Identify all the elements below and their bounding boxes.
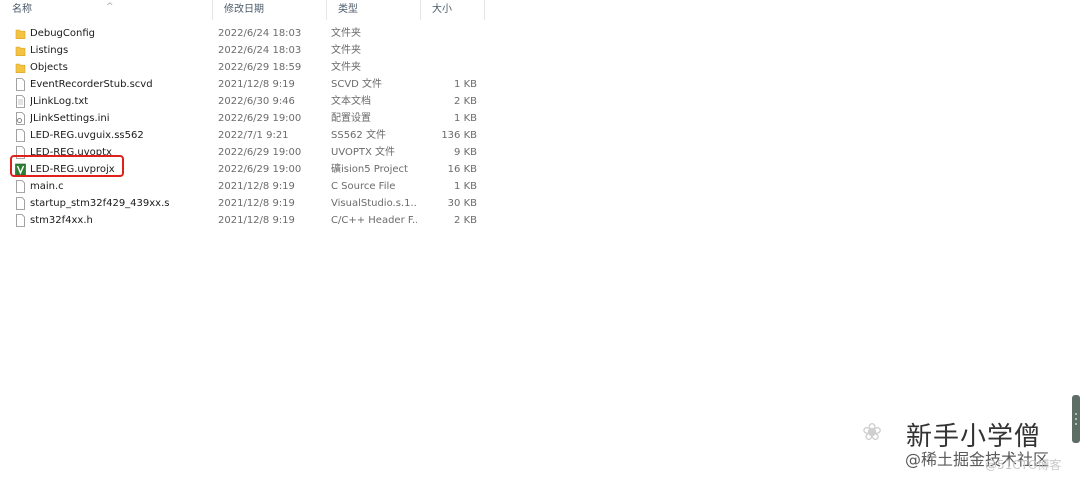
file-date: 2022/7/1 9:21 [218,130,289,141]
folder-icon [15,46,26,56]
file-size [420,25,477,42]
file-name: JLinkLog.txt [30,96,89,107]
file-list: DebugConfig 2022/6/24 18:03 文件夹 Listings… [0,25,600,229]
file-name: startup_stm32f429_439xx.s [30,198,170,209]
file-date: 2021/12/8 9:19 [218,181,295,192]
file-date: 2022/6/29 19:00 [218,147,302,158]
column-divider[interactable] [484,0,485,20]
sort-ascending-icon: ^ [106,2,114,12]
watermark-blog: @51CTO博客 [985,458,1062,472]
file-row[interactable]: Listings 2022/6/24 18:03 文件夹 [0,42,600,59]
file-type: 文本文档 [331,96,371,107]
file-type: SS562 文件 [331,130,386,141]
file-row[interactable]: Objects 2022/6/29 18:59 文件夹 [0,59,600,76]
file-type: 文件夹 [331,28,361,39]
file-icon [16,180,25,193]
file-name: Listings [30,45,69,56]
file-date: 2022/6/29 18:59 [218,62,302,73]
file-type: 礦ision5 Project [331,164,408,175]
file-size: 2 KB [454,96,477,107]
file-row[interactable]: main.c 2021/12/8 9:19 C Source File 1 KB [0,178,600,195]
file-name: stm32f4xx.h [30,215,93,226]
file-row[interactable]: JLinkLog.txt 2022/6/30 9:46 文本文档 2 KB [0,93,600,110]
file-size [420,42,477,59]
scrollbar-thumb[interactable] [1072,395,1080,443]
file-name: LED-REG.uvguix.ss562 [30,130,144,141]
file-row[interactable]: startup_stm32f429_439xx.s 2021/12/8 9:19… [0,195,600,212]
file-type: 文件夹 [331,45,361,56]
file-row[interactable]: EventRecorderStub.scvd 2021/12/8 9:19 SC… [0,76,600,93]
file-icon [16,197,25,210]
file-row[interactable]: DebugConfig 2022/6/24 18:03 文件夹 [0,25,600,42]
file-name: main.c [30,181,64,192]
file-name: JLinkSettings.ini [30,113,110,124]
file-name: DebugConfig [30,28,95,39]
column-header-name[interactable]: 名称 ^ [0,0,212,20]
text-file-icon [16,95,25,108]
file-size: 2 KB [454,215,477,226]
file-type: VisualStudio.s.1... [331,198,417,209]
file-date: 2022/6/29 19:00 [218,113,302,124]
file-date: 2022/6/30 9:46 [218,96,295,107]
wechat-icon: ❀ [862,418,883,446]
folder-icon [15,63,26,73]
file-row[interactable]: stm32f4xx.h 2021/12/8 9:19 C/C++ Header … [0,212,600,229]
highlight-annotation-box [10,155,124,177]
column-header-name-label: 名称 [12,4,32,15]
file-row[interactable]: LED-REG.uvguix.ss562 2022/7/1 9:21 SS562… [0,127,600,144]
file-icon [16,214,25,227]
file-icon [16,78,25,91]
file-date: 2022/6/24 18:03 [218,28,302,39]
column-header-date[interactable]: 修改日期 [212,0,326,20]
file-date: 2021/12/8 9:19 [218,79,295,90]
column-header-size[interactable]: 大小 [420,0,484,20]
file-size: 16 KB [447,164,477,175]
file-icon [16,129,25,142]
file-size: 30 KB [447,198,477,209]
column-header-type-label: 类型 [338,4,358,15]
column-header: 名称 ^ 修改日期 类型 大小 [0,0,1080,20]
file-date: 2021/12/8 9:19 [218,198,295,209]
column-header-size-label: 大小 [432,4,452,15]
file-size: 9 KB [454,147,477,158]
file-type: C Source File [331,181,396,192]
file-name: Objects [30,62,68,73]
settings-file-icon [16,112,25,125]
file-name: EventRecorderStub.scvd [30,79,153,90]
file-size: 1 KB [454,181,477,192]
file-size: 1 KB [454,79,477,90]
file-type: C/C++ Header F... [331,215,417,226]
file-date: 2021/12/8 9:19 [218,215,295,226]
file-date: 2022/6/24 18:03 [218,45,302,56]
file-row[interactable]: JLinkSettings.ini 2022/6/29 19:00 配置设置 1… [0,110,600,127]
file-size [420,59,477,76]
file-size: 1 KB [454,113,477,124]
file-type: 文件夹 [331,62,361,73]
file-date: 2022/6/29 19:00 [218,164,302,175]
file-type: UVOPTX 文件 [331,147,396,158]
column-header-type[interactable]: 类型 [326,0,420,20]
column-header-date-label: 修改日期 [224,4,264,15]
file-size: 136 KB [441,130,477,141]
folder-icon [15,29,26,39]
file-type: SCVD 文件 [331,79,383,90]
file-type: 配置设置 [331,113,371,124]
